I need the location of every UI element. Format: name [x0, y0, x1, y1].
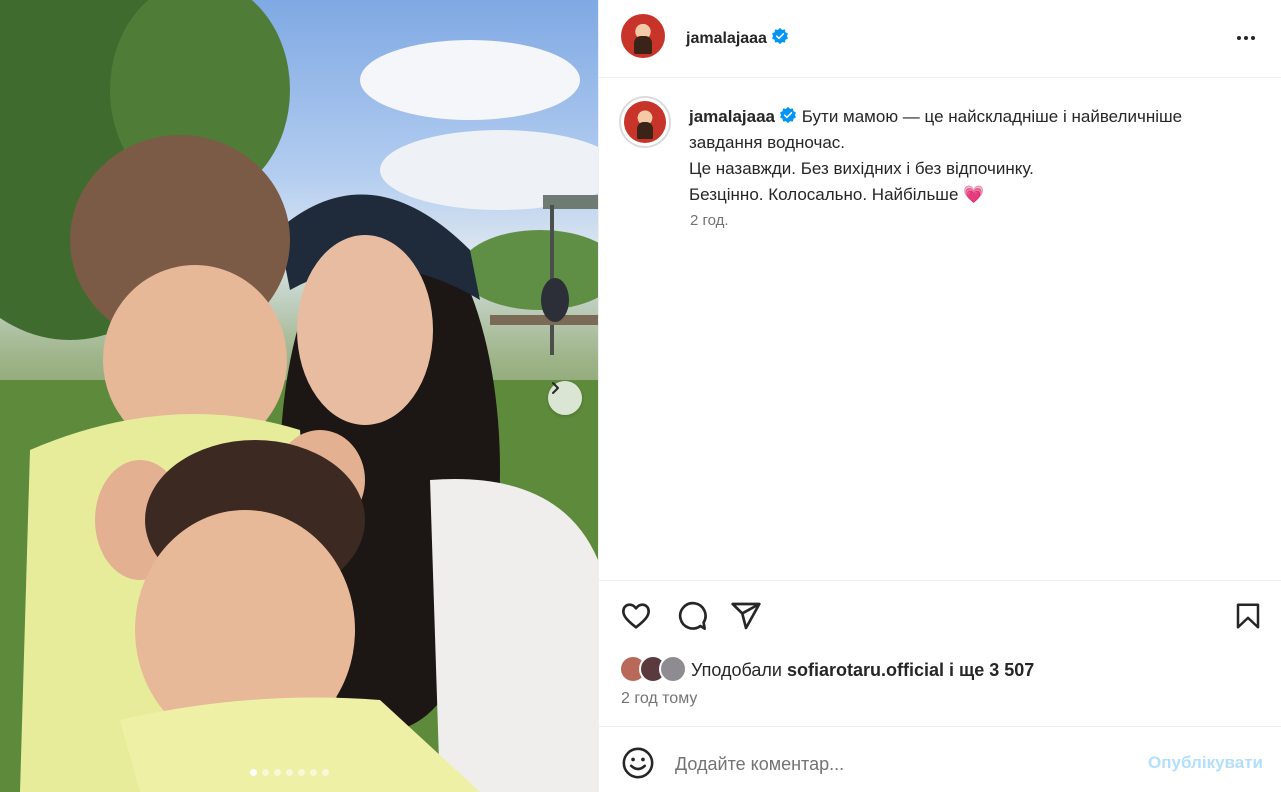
carousel-dot — [310, 769, 317, 776]
caption-timestamp[interactable]: 2 год. — [690, 212, 729, 229]
caption-line: jamalajaaa Бути мамою — це найскладніше … — [689, 106, 1183, 126]
carousel-dot — [286, 769, 293, 776]
verified-badge-icon — [771, 27, 788, 45]
carousel-dot-active — [250, 769, 257, 776]
caption-line: завдання водночас. — [689, 133, 846, 152]
publish-button[interactable]: Опублікувати — [1148, 753, 1263, 773]
caption-line: Це назавжди. Без вихідних і без відпочин… — [689, 159, 1034, 178]
post-details-pane: jamalajaaa jamalajaaa Бути мамою — це на… — [598, 0, 1281, 792]
likes-summary[interactable]: Уподобали sofiarotaru.official і ще 3 50… — [619, 655, 1034, 685]
heart-icon — [622, 603, 650, 629]
post-timestamp[interactable]: 2 год тому — [621, 690, 697, 708]
author-avatar-small — [624, 101, 666, 143]
bookmark-icon — [1236, 603, 1260, 629]
liker-avatar — [659, 655, 687, 683]
post-header: jamalajaaa — [599, 0, 1281, 78]
chevron-right-icon — [552, 382, 559, 394]
author-avatar[interactable] — [621, 14, 665, 58]
verified-badge-icon — [780, 106, 797, 124]
next-photo-button[interactable] — [548, 381, 582, 415]
caption-text: jamalajaaa Бути мамою — це найскладніше … — [689, 104, 1259, 208]
comment-input[interactable] — [675, 748, 1115, 780]
share-icon — [731, 602, 761, 630]
liker-avatars — [619, 655, 689, 685]
comment-icon — [678, 601, 707, 630]
selfie-photo-illustration — [0, 0, 598, 792]
divider — [599, 726, 1281, 727]
carousel-dot — [298, 769, 305, 776]
save-button[interactable] — [1231, 599, 1265, 633]
emoji-icon — [622, 747, 654, 779]
carousel-indicator — [250, 769, 329, 776]
more-options-button[interactable] — [1234, 26, 1258, 55]
more-options-icon — [1237, 36, 1255, 40]
likes-count[interactable]: і ще 3 507 — [949, 660, 1034, 680]
author-username[interactable]: jamalajaaa — [686, 27, 789, 48]
share-button[interactable] — [729, 599, 763, 633]
likes-text: Уподобали sofiarotaru.official і ще 3 50… — [691, 659, 1035, 680]
comment-button[interactable] — [675, 599, 709, 633]
caption-username[interactable]: jamalajaaa — [689, 106, 797, 126]
caption-line: Безцінно. Колосально. Найбільше 💗 — [689, 185, 985, 204]
heart-emoji: 💗 — [963, 185, 985, 204]
emoji-picker-button[interactable] — [621, 746, 655, 780]
liker-username[interactable]: sofiarotaru.official — [787, 660, 944, 680]
carousel-dot — [274, 769, 281, 776]
like-button[interactable] — [619, 599, 653, 633]
carousel-dot — [262, 769, 269, 776]
caption-avatar[interactable] — [619, 96, 671, 148]
carousel-dot — [322, 769, 329, 776]
post-photo[interactable] — [0, 0, 598, 792]
divider — [599, 580, 1281, 581]
